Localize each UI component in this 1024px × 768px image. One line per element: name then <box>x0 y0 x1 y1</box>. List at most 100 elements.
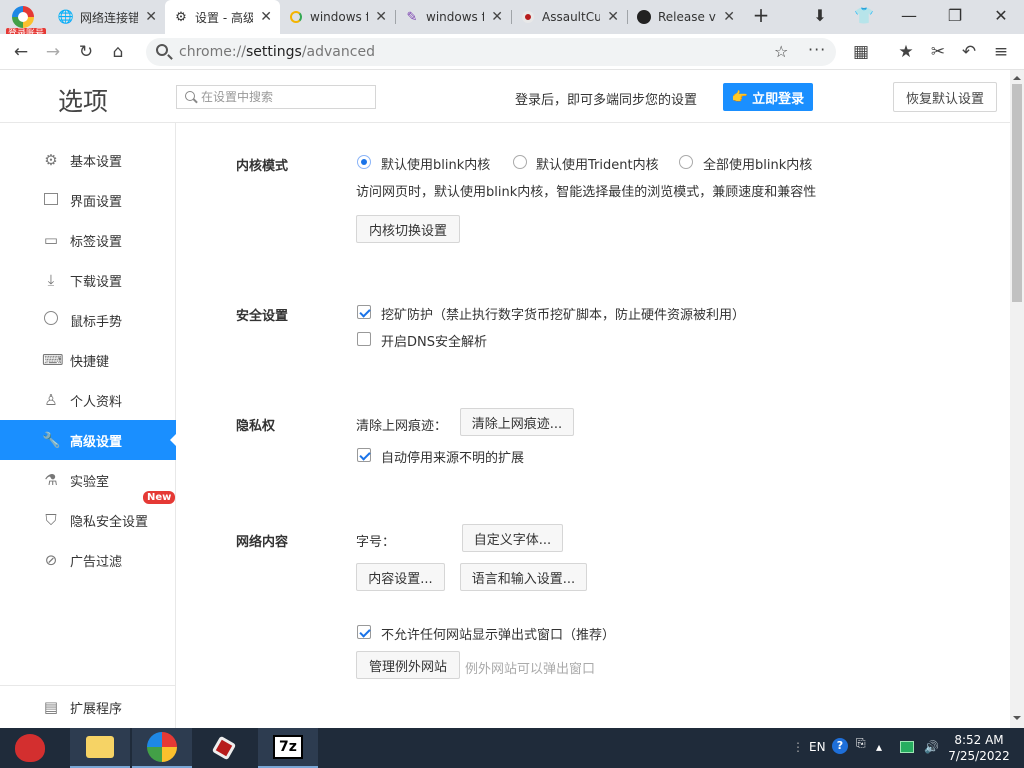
kernel-switch-button[interactable]: 内核切换设置 <box>356 215 460 243</box>
taskbar-file-explorer[interactable] <box>70 728 130 768</box>
battery-icon[interactable] <box>900 741 914 756</box>
input-language-indicator[interactable]: EN <box>809 740 826 754</box>
close-icon[interactable]: ✕ <box>723 9 735 25</box>
sidebar-item-extensions[interactable]: ▤ 扩展程序 <box>0 687 176 727</box>
kernel-option-label: 默认使用blink内核 <box>381 158 491 173</box>
assaultcube-icon <box>211 735 237 761</box>
close-icon[interactable]: ✕ <box>145 9 157 25</box>
skin-shirt-icon[interactable]: 👕 <box>853 6 875 25</box>
new-badge: New <box>143 491 176 504</box>
privacy-shield-icon: ⛉ <box>45 511 57 529</box>
custom-font-button[interactable]: 自定义字体... <box>462 524 563 552</box>
kernel-option-label: 全部使用blink内核 <box>703 158 813 173</box>
tray-app-icon[interactable]: ⎘ <box>856 736 866 751</box>
popup-block-checkbox[interactable] <box>357 625 371 639</box>
restore-window-icon[interactable]: ❐ <box>944 6 966 25</box>
system-clock[interactable]: 8:52 AM 7/25/2022 <box>944 732 1014 764</box>
advanced-wrench-icon: 🔧 <box>42 431 61 449</box>
restore-defaults-button[interactable]: 恢复默认设置 <box>893 82 997 112</box>
sidebar-item-privacy-security[interactable]: ⛉ 隐私安全设置 <box>0 500 176 540</box>
close-icon[interactable]: ✕ <box>491 9 503 25</box>
globe-icon: 🌐 <box>57 9 75 25</box>
tab-network-error[interactable]: 🌐 网络连接错误 ✕ <box>50 0 165 34</box>
undo-icon[interactable]: ↶ <box>958 42 980 62</box>
tab-settings[interactable]: ⚙ 设置 - 高级设置 ✕ <box>165 0 280 34</box>
tab-windows-search-2[interactable]: ✎ windows fi ✕ <box>396 0 511 34</box>
interface-icon <box>42 191 60 209</box>
sidebar-item-label: 高级设置 <box>70 434 123 450</box>
sidebar-item-label: 扩展程序 <box>70 701 123 717</box>
profile-icon: ♙ <box>44 391 58 409</box>
close-window-icon[interactable]: ✕ <box>990 6 1012 25</box>
tab-windows-search-1[interactable]: windows fi ✕ <box>280 0 395 34</box>
sidebar-item-advanced[interactable]: 🔧 高级设置 <box>0 420 176 460</box>
language-input-settings-button[interactable]: 语言和输入设置... <box>460 563 587 591</box>
new-tab-button[interactable]: + <box>750 3 772 27</box>
scrollbar-thumb[interactable] <box>1012 84 1022 302</box>
sidebar-item-label: 标签设置 <box>70 234 123 250</box>
bookmark-star-icon[interactable]: ☆ <box>774 42 788 61</box>
mining-protection-label: 挖矿防护（禁止执行数字货币挖矿脚本，防止硬件资源被利用） <box>381 308 746 323</box>
search-icon <box>156 44 168 56</box>
sidebar-item-profile[interactable]: ♙ 个人资料 <box>0 380 176 420</box>
settings-search[interactable] <box>176 85 376 109</box>
help-icon[interactable]: ? <box>832 738 848 754</box>
tab-github-release[interactable]: Release v1 ✕ <box>628 0 743 34</box>
sidebar-item-ad-filter[interactable]: ⊘ 广告过滤 <box>0 540 176 580</box>
kernel-radio-default-blink[interactable] <box>357 155 371 169</box>
account-dropdown-icon[interactable]: ⬇ <box>809 6 831 25</box>
angry-bird-icon <box>15 734 45 762</box>
address-url[interactable]: chrome://settings/advanced <box>179 44 375 60</box>
tab-assaultcube[interactable]: AssaultCube ✕ <box>512 0 627 34</box>
show-hidden-icons-icon[interactable]: ▴ <box>876 740 882 754</box>
more-dots-icon[interactable]: ··· <box>808 40 826 59</box>
kernel-radio-trident[interactable] <box>513 155 527 169</box>
tab-strip: 登录账号 🌐 网络连接错误 ✕ ⚙ 设置 - 高级设置 ✕ windows fi… <box>0 0 1024 40</box>
apps-grid-icon[interactable]: ▦ <box>850 42 872 62</box>
scroll-down-arrow-icon[interactable] <box>1013 716 1021 724</box>
close-icon[interactable]: ✕ <box>607 9 619 25</box>
home-icon[interactable]: ⌂ <box>107 42 129 62</box>
taskbar-angry-bird-app[interactable] <box>0 728 60 768</box>
reload-icon[interactable]: ↻ <box>75 42 97 62</box>
dns-security-checkbox[interactable] <box>357 332 371 346</box>
volume-icon[interactable]: 🔊 <box>924 740 939 754</box>
login-button[interactable]: 👉 立即登录 <box>723 83 813 111</box>
menu-icon[interactable]: ≡ <box>990 42 1012 62</box>
taskbar-browser[interactable] <box>132 728 192 768</box>
back-arrow-icon[interactable]: ← <box>10 42 32 62</box>
content-settings-button[interactable]: 内容设置... <box>356 563 445 591</box>
clear-traces-button[interactable]: 清除上网痕迹... <box>460 408 574 436</box>
clear-traces-label: 清除上网痕迹： <box>356 419 448 434</box>
taskbar-assaultcube[interactable] <box>194 728 254 768</box>
kernel-mode-heading: 内核模式 <box>236 159 289 174</box>
close-icon[interactable]: ✕ <box>260 9 272 25</box>
browser-logo-icon <box>12 6 34 28</box>
sidebar-item-interface[interactable]: 界面设置 <box>0 180 176 220</box>
scissors-icon[interactable]: ✂ <box>927 42 949 62</box>
settings-search-input[interactable] <box>201 88 371 106</box>
scroll-up-arrow-icon[interactable] <box>1013 72 1021 80</box>
favorites-star-icon[interactable]: ★ <box>895 42 917 62</box>
browser-logo[interactable]: 登录账号 <box>6 4 47 40</box>
address-bar[interactable]: chrome://settings/advanced ☆ ··· <box>146 38 836 66</box>
taskbar-7zip[interactable]: 7z <box>258 728 318 768</box>
sidebar-item-shortcut[interactable]: ⌨ 快捷键 <box>0 340 176 380</box>
forward-arrow-icon[interactable]: → <box>42 42 64 62</box>
auto-disable-extensions-checkbox[interactable] <box>357 448 371 462</box>
minimize-icon[interactable]: — <box>898 6 920 25</box>
manage-exceptions-button[interactable]: 管理例外网站 <box>356 651 460 679</box>
pointing-hand-icon: 👉 <box>731 89 749 105</box>
mining-protection-checkbox[interactable] <box>357 305 371 319</box>
auto-disable-extensions-label: 自动停用来源不明的扩展 <box>381 451 525 466</box>
ad-block-icon: ⊘ <box>44 551 58 569</box>
close-icon[interactable]: ✕ <box>375 9 387 25</box>
sidebar-item-basic[interactable]: ⚙ 基本设置 <box>0 140 176 180</box>
sidebar-item-download[interactable]: ⤓ 下载设置 <box>0 260 176 300</box>
sidebar-item-tabs[interactable]: ▭ 标签设置 <box>0 220 176 260</box>
sidebar-item-mouse-gesture[interactable]: 鼠标手势 <box>0 300 176 340</box>
kernel-radio-all-blink[interactable] <box>679 155 693 169</box>
exceptions-hint: 例外网站可以弹出窗口 <box>465 662 596 677</box>
settings-sidebar: ⚙ 基本设置 界面设置 ▭ 标签设置 ⤓ 下载设置 鼠标手势 ⌨ 快捷键 ♙ 个… <box>0 123 176 728</box>
page-scrollbar[interactable] <box>1010 70 1024 728</box>
